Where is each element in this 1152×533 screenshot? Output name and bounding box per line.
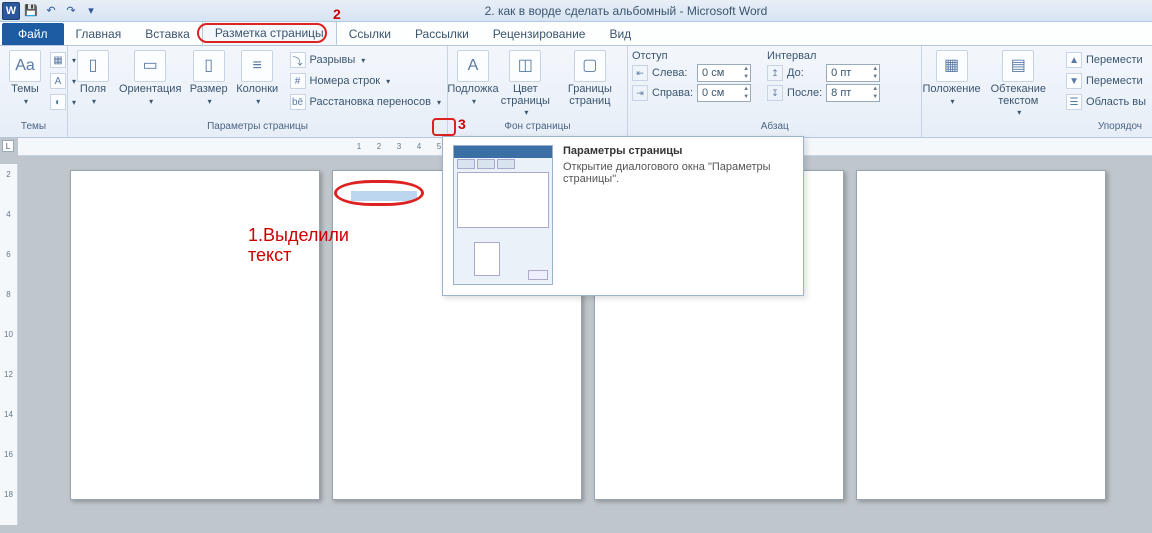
watermark-button[interactable]: A Подложка▾ (452, 48, 494, 108)
group-paragraph: Отступ ⇤ Слева: 0 см ⇥ Справа: 0 см Инте… (628, 46, 922, 137)
fonts-icon: A (50, 73, 66, 89)
group-themes: Aa Темы▾ ▦▾ A▾ ◐▾ Темы (0, 46, 68, 137)
indent-left-input[interactable]: 0 см (697, 64, 751, 82)
group-themes-label: Темы (4, 121, 63, 137)
tab-file[interactable]: Файл (2, 23, 64, 45)
tooltip-thumbnail (453, 145, 553, 285)
spacing-after-input[interactable]: 8 пт (826, 84, 880, 102)
wrap-text-button[interactable]: ▤ Обтекание текстом▾ (979, 48, 1058, 119)
spacing-before-label: До: (787, 67, 822, 79)
page-4[interactable] (856, 170, 1106, 500)
group-page-setup: ▯ Поля▾ ▭ Ориентация▾ ▯ Размер▾ ≡ Колонк… (68, 46, 448, 137)
ribbon-tabs: Файл Главная Вставка Разметка страницы С… (0, 22, 1152, 46)
quick-access-toolbar: W 💾 ↶ ↷ ▾ (0, 2, 100, 20)
app-icon[interactable]: W (2, 2, 20, 20)
page-color-button[interactable]: ◫ Цвет страницы▾ (496, 48, 555, 119)
group-page-setup-label: Параметры страницы (72, 121, 443, 137)
annotation-number-3: 3 (458, 116, 466, 132)
group-arrange-label: Упорядоч (926, 121, 1148, 137)
selection-pane-icon: ☰ (1066, 94, 1082, 110)
send-backward-icon: ▼ (1066, 73, 1082, 89)
annotation-number-2: 2 (333, 6, 341, 22)
margins-icon: ▯ (77, 50, 109, 82)
themes-label: Темы (11, 84, 39, 96)
palette-icon: ▦ (50, 52, 66, 68)
breaks-button[interactable]: ⤵Разрывы▾ (288, 50, 444, 70)
spacing-before-input[interactable]: 0 пт (826, 64, 880, 82)
group-page-background: A Подложка▾ ◫ Цвет страницы▾ ▢ Границы с… (448, 46, 628, 137)
orientation-button[interactable]: ▭ Ориентация▾ (116, 48, 184, 108)
spacing-header: Интервал (767, 50, 880, 62)
wrap-text-icon: ▤ (1002, 50, 1034, 82)
ribbon: Aa Темы▾ ▦▾ A▾ ◐▾ Темы ▯ Поля▾ ▭ Ориента… (0, 46, 1152, 138)
group-paragraph-label: Абзац (632, 121, 917, 137)
watermark-icon: A (457, 50, 489, 82)
tab-selector[interactable]: L (2, 140, 14, 152)
position-icon: ▦ (936, 50, 968, 82)
indent-left-icon: ⇤ (632, 65, 648, 81)
tooltip-title: Параметры страницы (563, 145, 793, 157)
tab-insert[interactable]: Вставка (133, 23, 202, 45)
size-button[interactable]: ▯ Размер▾ (186, 48, 231, 108)
page-borders-button[interactable]: ▢ Границы страниц (557, 48, 623, 109)
tab-references[interactable]: Ссылки (337, 23, 403, 45)
tab-review[interactable]: Рецензирование (481, 23, 598, 45)
bring-forward-icon: ▲ (1066, 52, 1082, 68)
title-bar: W 💾 ↶ ↷ ▾ 2. как в ворде сделать альбомн… (0, 0, 1152, 22)
send-backward-button[interactable]: ▼Перемести (1064, 71, 1148, 91)
themes-button[interactable]: Aa Темы▾ (4, 48, 46, 108)
page-1[interactable] (70, 170, 320, 500)
spacing-before-icon: ↥ (767, 65, 783, 81)
vertical-ruler[interactable]: 2 4 6 8 10 12 14 16 18 (0, 164, 18, 525)
save-icon[interactable]: 💾 (22, 2, 40, 20)
spacing-after-label: После: (787, 87, 822, 99)
page-color-icon: ◫ (509, 50, 541, 82)
bring-forward-button[interactable]: ▲Перемести (1064, 50, 1148, 70)
page-borders-icon: ▢ (574, 50, 606, 82)
indent-header: Отступ (632, 50, 751, 62)
tooltip-page-setup: Параметры страницы Открытие диалогового … (442, 136, 804, 296)
size-icon: ▯ (193, 50, 225, 82)
undo-icon[interactable]: ↶ (42, 2, 60, 20)
group-arrange: ▦ Положение▾ ▤ Обтекание текстом▾ ▲Перем… (922, 46, 1152, 137)
tab-page-layout[interactable]: Разметка страницы (202, 21, 337, 45)
indent-left-label: Слева: (652, 67, 693, 79)
group-page-background-label: Фон страницы (452, 121, 623, 137)
themes-icon: Aa (9, 50, 41, 82)
annotation-step1: 1.Выделили текст (248, 226, 349, 266)
effects-icon: ◐ (50, 94, 66, 110)
selection-pane-button[interactable]: ☰Область вы (1064, 92, 1148, 112)
tab-home[interactable]: Главная (64, 23, 134, 45)
tooltip-body: Открытие диалогового окна "Параметры стр… (563, 161, 793, 185)
tab-mailings[interactable]: Рассылки (403, 23, 481, 45)
orientation-icon: ▭ (134, 50, 166, 82)
indent-right-label: Справа: (652, 87, 693, 99)
spacing-after-icon: ↧ (767, 85, 783, 101)
hyphenation-icon: bē (290, 94, 306, 110)
line-numbers-button[interactable]: #Номера строк▾ (288, 71, 444, 91)
indent-right-input[interactable]: 0 см (697, 84, 751, 102)
text-selection (351, 191, 417, 201)
columns-icon: ≡ (241, 50, 273, 82)
window-title: 2. как в ворде сделать альбомный - Micro… (100, 4, 1152, 18)
tab-view[interactable]: Вид (597, 23, 643, 45)
breaks-icon: ⤵ (290, 52, 306, 68)
hyphenation-button[interactable]: bēРасстановка переносов▾ (288, 92, 444, 112)
margins-button[interactable]: ▯ Поля▾ (72, 48, 114, 108)
columns-button[interactable]: ≡ Колонки▾ (233, 48, 282, 108)
line-numbers-icon: # (290, 73, 306, 89)
redo-icon[interactable]: ↷ (62, 2, 80, 20)
indent-right-icon: ⇥ (632, 85, 648, 101)
qat-customize-icon[interactable]: ▾ (82, 2, 100, 20)
position-button[interactable]: ▦ Положение▾ (926, 48, 976, 108)
